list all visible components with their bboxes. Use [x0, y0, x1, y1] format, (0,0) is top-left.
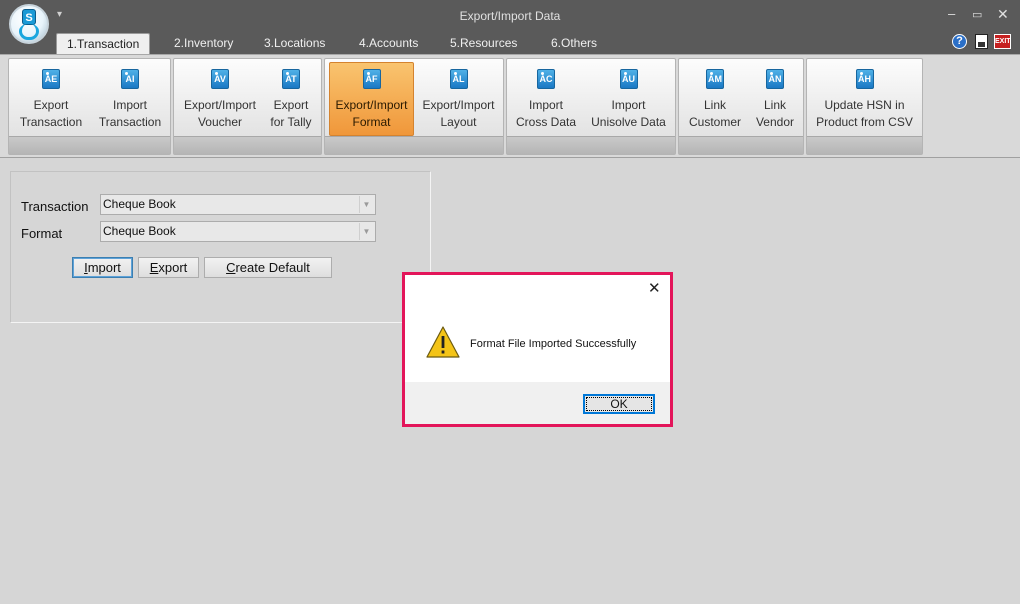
- logo-letter: S: [22, 9, 36, 25]
- ribbon-tab-bar: 1.Transaction 2.Inventory 3.Locations 4.…: [0, 31, 1020, 54]
- group-footer: [807, 136, 922, 154]
- export-import-voucher-button[interactable]: AV Export/Import Voucher: [177, 62, 263, 136]
- transaction-label: Transaction: [21, 199, 89, 214]
- window-title: Export/Import Data: [459, 9, 561, 23]
- warning-icon: [426, 326, 460, 358]
- ribbon-group-transaction: AE Export Transaction AI Import Transact…: [8, 58, 171, 155]
- maximize-button[interactable]: ▭: [972, 8, 982, 21]
- logo-figure-icon: [19, 24, 39, 40]
- button-label-line1: Export: [273, 98, 309, 112]
- link-vendor-button[interactable]: AN Link Vendor: [749, 62, 801, 136]
- ribbon-group-voucher: AV Export/Import Voucher AT Export for T…: [173, 58, 322, 155]
- button-label-line1: Export: [33, 98, 69, 112]
- button-label-line1: Import: [611, 98, 646, 112]
- button-label-line1: Link: [703, 98, 726, 112]
- import-cross-data-button[interactable]: AC Import Cross Data: [510, 62, 582, 136]
- format-select[interactable]: Cheque Book ▼: [100, 221, 376, 242]
- button-label-line1: Export/Import: [422, 98, 495, 112]
- cross-data-icon: AC: [537, 69, 555, 89]
- message-dialog: ✕ Format File Imported Successfully OK: [405, 275, 670, 424]
- button-label-line2: Cross Data: [515, 115, 577, 129]
- layout-icon: AL: [449, 69, 468, 89]
- button-label-line1: Import: [528, 98, 563, 112]
- close-button[interactable]: ✕: [997, 6, 1009, 23]
- button-label-line2: Layout: [440, 115, 477, 129]
- button-label-line1: Export/Import: [335, 98, 408, 112]
- format-select-value: Cheque Book: [103, 224, 176, 238]
- ribbon-group-format-layout: AF Export/Import Format AL Export/Import…: [324, 58, 504, 155]
- button-label-line2: Voucher: [197, 115, 243, 129]
- import-transaction-icon: AI: [121, 69, 139, 89]
- tally-icon: AT: [282, 69, 300, 89]
- button-label-line1: Update HSN in: [824, 98, 905, 112]
- tab-accounts[interactable]: 4.Accounts: [349, 33, 428, 54]
- button-label-line2: Transaction: [19, 115, 83, 129]
- tab-transaction[interactable]: 1.Transaction: [56, 33, 151, 54]
- export-for-tally-button[interactable]: AT Export for Tally: [263, 62, 319, 136]
- create-default-button[interactable]: Create Default: [204, 257, 332, 278]
- format-label: Format: [21, 226, 63, 241]
- ok-button[interactable]: OK: [583, 394, 655, 414]
- button-label-line2: Product from CSV: [816, 115, 913, 129]
- export-transaction-icon: AE: [42, 69, 60, 89]
- export-import-layout-button[interactable]: AL Export/Import Layout: [416, 62, 501, 136]
- tab-resources[interactable]: 5.Resources: [440, 33, 527, 54]
- voucher-icon: AV: [211, 69, 229, 89]
- unisolve-icon: AU: [619, 69, 638, 89]
- minimize-button[interactable]: –: [948, 6, 955, 21]
- button-label-line2: Transaction: [98, 115, 162, 129]
- title-bar: Export/Import Data ▾ – ▭ ✕: [0, 0, 1020, 31]
- button-label-line1: Link: [763, 98, 786, 112]
- hsn-icon: AH: [855, 69, 874, 89]
- button-label-line1: Export/Import: [183, 98, 257, 112]
- export-button[interactable]: Export: [138, 257, 199, 278]
- chevron-down-icon[interactable]: ▼: [359, 223, 373, 240]
- create-default-label: reate Default: [235, 260, 310, 275]
- ribbon-group-import-data: AC Import Cross Data AU Import Unisolve …: [506, 58, 676, 155]
- import-button[interactable]: Import: [72, 257, 133, 278]
- group-footer: [325, 136, 503, 154]
- dialog-message: Format File Imported Successfully: [470, 338, 637, 350]
- group-footer: [174, 136, 321, 154]
- group-footer: [507, 136, 675, 154]
- ribbon: AE Export Transaction AI Import Transact…: [0, 54, 1020, 158]
- exit-icon[interactable]: EXIT: [994, 34, 1011, 49]
- export-import-format-button[interactable]: AF Export/Import Format: [329, 62, 414, 136]
- tab-others[interactable]: 6.Others: [541, 33, 607, 54]
- chevron-down-icon[interactable]: ▼: [359, 196, 373, 213]
- tab-inventory[interactable]: 2.Inventory: [164, 33, 243, 54]
- document-icon[interactable]: [975, 34, 988, 49]
- link-customer-icon: AM: [706, 69, 724, 89]
- export-label: xport: [158, 260, 188, 275]
- button-label-line2: Unisolve Data: [591, 115, 666, 129]
- export-transaction-button[interactable]: AE Export Transaction: [12, 62, 90, 136]
- app-logo-button[interactable]: S: [9, 4, 49, 44]
- format-icon: AF: [362, 69, 381, 89]
- button-label-line2: for Tally: [270, 115, 312, 129]
- update-hsn-button[interactable]: AH Update HSN in Product from CSV: [810, 62, 919, 136]
- transaction-select-value: Cheque Book: [103, 197, 176, 211]
- button-label-line2: Vendor: [755, 115, 795, 129]
- button-label-line1: Import: [112, 98, 147, 112]
- link-customer-button[interactable]: AM Link Customer: [682, 62, 748, 136]
- import-transaction-button[interactable]: AI Import Transaction: [92, 62, 168, 136]
- tab-locations[interactable]: 3.Locations: [254, 33, 335, 54]
- import-label: mport: [87, 260, 121, 275]
- button-label-line2: Format: [352, 115, 391, 129]
- group-footer: [679, 136, 803, 154]
- button-label-line2: Customer: [688, 115, 741, 129]
- quick-access-dropdown-icon[interactable]: ▾: [57, 9, 62, 20]
- link-vendor-icon: AN: [766, 69, 784, 89]
- ribbon-group-hsn: AH Update HSN in Product from CSV: [806, 58, 923, 155]
- ribbon-group-link: AM Link Customer AN Link Vendor: [678, 58, 804, 155]
- transaction-select[interactable]: Cheque Book ▼: [100, 194, 376, 215]
- group-footer: [9, 136, 170, 154]
- help-icon[interactable]: ?: [952, 34, 967, 49]
- import-unisolve-data-button[interactable]: AU Import Unisolve Data: [584, 62, 673, 136]
- dialog-close-button[interactable]: ✕: [648, 279, 661, 297]
